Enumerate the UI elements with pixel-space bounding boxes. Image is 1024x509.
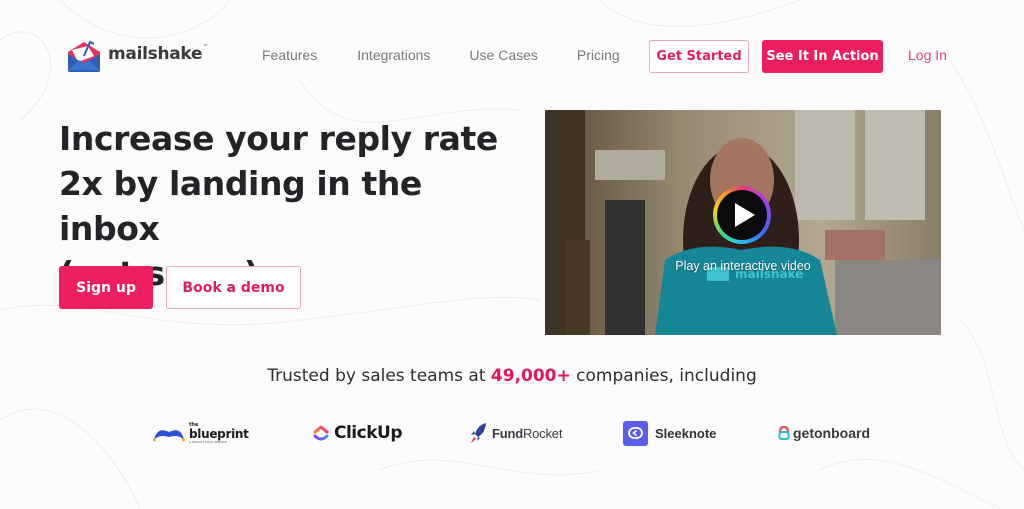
nav-item-use-cases[interactable]: Use Cases <box>469 47 537 63</box>
rocket-icon <box>471 423 486 443</box>
getonboard-icon <box>778 426 790 440</box>
trusted-prefix: Trusted by sales teams at <box>267 366 486 386</box>
play-button[interactable] <box>713 186 771 244</box>
company-count: 49,000+ <box>490 366 571 386</box>
main-nav: Features Integrations Use Cases Pricing <box>262 47 660 63</box>
logo-the-blueprint: the blueprint A MOTLEY FOOL SERVICE <box>153 418 249 448</box>
clickup-icon <box>313 425 329 441</box>
logo-getonboard: getonboard <box>778 418 870 448</box>
see-it-in-action-button[interactable]: See It In Action <box>762 40 883 73</box>
login-link[interactable]: Log In <box>908 47 947 63</box>
logo-clickup: ClickUp <box>313 418 403 448</box>
book-demo-button[interactable]: Book a demo <box>166 266 301 309</box>
headline-line-2: 2x by landing in the inbox <box>59 164 422 248</box>
play-icon <box>734 203 755 227</box>
jester-hat-icon <box>153 430 185 442</box>
sign-up-button[interactable]: Sign up <box>59 266 153 309</box>
trusted-suffix: companies, including <box>576 366 757 386</box>
mailshake-logo[interactable]: mailshake™ <box>66 38 208 74</box>
nav-item-features[interactable]: Features <box>262 47 317 63</box>
sleeknote-icon <box>623 420 648 446</box>
brand-name: mailshake™ <box>108 44 208 64</box>
headline-line-1: Increase your reply rate <box>59 119 498 158</box>
logo-sleeknote: Sleeknote <box>623 418 716 448</box>
customer-logos: the blueprint A MOTLEY FOOL SERVICE Clic… <box>0 418 1024 448</box>
nav-item-integrations[interactable]: Integrations <box>357 47 430 63</box>
get-started-button[interactable]: Get Started <box>649 40 749 73</box>
interactive-video[interactable]: mailshake Play an interactive video <box>545 110 941 335</box>
video-caption: Play an interactive video <box>675 259 811 273</box>
logo-fundrocket: FundRocket <box>470 418 562 448</box>
trusted-by-text: Trusted by sales teams at 49,000+ compan… <box>0 366 1024 386</box>
envelope-logo-icon <box>68 40 100 72</box>
nav-item-pricing[interactable]: Pricing <box>577 47 620 63</box>
